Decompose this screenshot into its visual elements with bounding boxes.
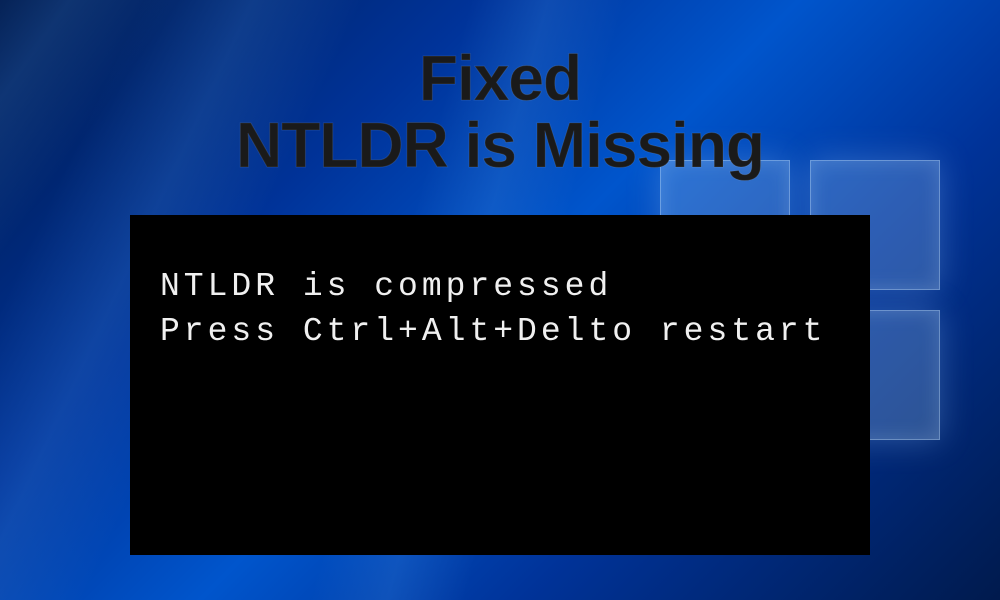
- title-line-1: Fixed: [0, 45, 1000, 112]
- page-title: Fixed NTLDR is Missing: [0, 45, 1000, 179]
- title-line-2: NTLDR is Missing: [0, 112, 1000, 179]
- terminal-error-line-1: NTLDR is compressed: [160, 265, 840, 310]
- terminal-error-line-2: Press Ctrl+Alt+Delto restart: [160, 310, 840, 355]
- terminal-screenshot: NTLDR is compressed Press Ctrl+Alt+Delto…: [130, 215, 870, 555]
